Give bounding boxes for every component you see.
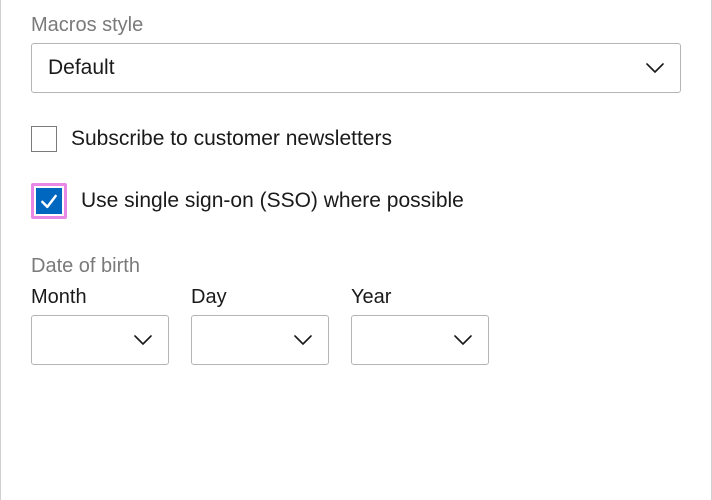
subscribe-row: Subscribe to customer newsletters — [31, 121, 681, 157]
macros-style-select[interactable]: Default — [31, 43, 681, 93]
sso-checkbox-highlight — [31, 183, 67, 219]
chevron-down-icon — [454, 335, 472, 345]
sso-label: Use single sign-on (SSO) where possible — [81, 189, 464, 213]
dob-day-select[interactable] — [191, 315, 329, 365]
dob-day-label: Day — [191, 286, 329, 309]
dob-day-field: Day — [191, 286, 329, 365]
macros-style-value: Default — [48, 56, 115, 80]
dob-year-label: Year — [351, 286, 489, 309]
dob-year-field: Year — [351, 286, 489, 365]
dob-month-field: Month — [31, 286, 169, 365]
dob-label: Date of birth — [31, 255, 681, 278]
chevron-down-icon — [646, 63, 664, 73]
dob-month-label: Month — [31, 286, 169, 309]
macros-style-label: Macros style — [31, 14, 681, 37]
sso-row: Use single sign-on (SSO) where possible — [31, 183, 681, 219]
dob-section: Date of birth Month Day — [31, 255, 681, 365]
dob-fields: Month Day Year — [31, 286, 681, 365]
sso-checkbox[interactable] — [36, 188, 62, 214]
subscribe-label: Subscribe to customer newsletters — [71, 127, 392, 151]
dob-month-select[interactable] — [31, 315, 169, 365]
subscribe-checkbox-wrap — [31, 121, 57, 157]
chevron-down-icon — [134, 335, 152, 345]
macros-style-field: Default — [31, 43, 681, 93]
chevron-down-icon — [294, 335, 312, 345]
subscribe-checkbox[interactable] — [31, 126, 57, 152]
dob-year-select[interactable] — [351, 315, 489, 365]
settings-panel: Macros style Default Subscribe to custom… — [0, 0, 712, 500]
